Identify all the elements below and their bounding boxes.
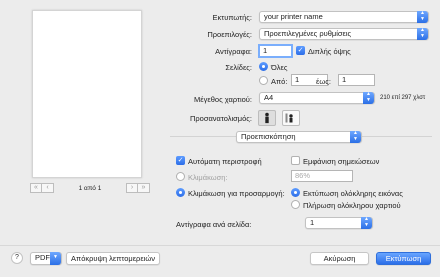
pages-range-radio[interactable] [259, 76, 268, 85]
pages-label: Σελίδες: [225, 63, 252, 72]
print-entire-image-label: Εκτύπωση ολόκληρης εικόνας [303, 189, 403, 198]
scale-to-fit-radio[interactable] [176, 188, 185, 197]
preview-pager: « ‹ 1 από 1 › » [30, 182, 150, 194]
paper-size-select[interactable]: A4 ▲ ▼ [259, 91, 375, 104]
landscape-person-icon [285, 113, 293, 123]
fill-paper-radio[interactable] [291, 200, 300, 209]
auto-rotate-label: Αυτόματη περιστροφή [188, 157, 262, 166]
duplex-checkbox[interactable]: ✓ [296, 46, 305, 55]
copies-per-page-select[interactable]: 1 ▲ ▼ [305, 216, 373, 229]
page-indicator: 1 από 1 [78, 184, 102, 192]
pdf-label: PDF [35, 253, 50, 262]
portrait-person-icon [265, 112, 269, 124]
section-select[interactable]: Προεπισκόπηση ▲ ▼ [236, 130, 362, 143]
landscape-orientation-button[interactable] [282, 110, 300, 126]
pager-back-buttons: « ‹ [30, 183, 54, 193]
scale-input[interactable]: 86% [291, 170, 353, 182]
help-button[interactable]: ? [11, 252, 23, 264]
pages-to-input[interactable]: 1 [338, 74, 375, 86]
paper-dimensions: 210 επί 297 χλστ [380, 95, 426, 101]
chevron-down-icon: ▼ [50, 252, 61, 265]
pages-to-label: έως: [316, 77, 331, 86]
printer-value: your printer name [264, 12, 323, 21]
fill-paper-label: Πλήρωση ολόκληρου χαρτιού [303, 201, 401, 210]
paper-size-value: A4 [264, 93, 274, 102]
pdf-menu-button[interactable]: PDF ▼ [30, 252, 62, 265]
print-preview [32, 10, 142, 178]
scale-label: Κλιμάκωση: [188, 173, 228, 182]
presets-value: Προεπιλεγμένες ρυθμίσεις [264, 29, 352, 38]
printer-select[interactable]: your printer name ▲ ▼ [259, 10, 429, 23]
pages-all-label: Όλες [271, 63, 288, 72]
auto-rotate-checkbox[interactable]: ✓ [176, 156, 185, 165]
show-notes-label: Εμφάνιση σημειώσεων [303, 157, 380, 166]
copies-label: Αντίγραφα: [215, 47, 252, 56]
printer-label: Εκτυπωτής: [212, 13, 252, 22]
chevron-updown-icon: ▲ ▼ [350, 130, 361, 143]
copies-per-page-label: Αντίγραφα ανά σελίδα: [176, 220, 252, 229]
print-button[interactable]: Εκτύπωση [376, 252, 431, 265]
pages-from-label: Από: [271, 77, 288, 86]
copies-input[interactable]: 1 [258, 44, 293, 58]
print-entire-image-radio[interactable] [291, 188, 300, 197]
pager-forward-buttons: › » [125, 183, 150, 193]
pages-all-radio[interactable] [259, 62, 268, 71]
copies-per-page-value: 1 [310, 218, 315, 227]
duplex-label: Διπλής όψης [308, 47, 351, 56]
paper-size-label: Μέγεθος χαρτιού: [194, 95, 252, 104]
presets-select[interactable]: Προεπιλεγμένες ρυθμίσεις ▲ ▼ [259, 27, 429, 40]
chevron-updown-icon: ▲ ▼ [417, 10, 428, 23]
first-page-button[interactable]: « [30, 183, 42, 193]
section-value: Προεπισκόπηση [241, 132, 296, 141]
chevron-updown-icon: ▲ ▼ [363, 91, 374, 104]
hide-details-button[interactable]: Απόκρυψη λεπτομερειών [66, 252, 160, 265]
scale-to-fit-label: Κλιμάκωση για προσαρμογή: [188, 189, 285, 198]
show-notes-checkbox[interactable] [291, 156, 300, 165]
chevron-updown-icon: ▲ ▼ [417, 27, 428, 40]
portrait-orientation-button[interactable] [258, 110, 276, 126]
bottom-divider [0, 245, 440, 246]
last-page-button[interactable]: » [137, 183, 150, 193]
chevron-updown-icon: ▲ ▼ [361, 216, 372, 229]
next-page-button[interactable]: › [125, 183, 138, 193]
cancel-button[interactable]: Ακύρωση [310, 252, 369, 265]
orientation-label: Προσανατολισμός: [189, 114, 252, 123]
presets-label: Προεπιλογές: [207, 30, 252, 39]
previous-page-button[interactable]: ‹ [42, 183, 54, 193]
scale-radio[interactable] [176, 172, 185, 181]
